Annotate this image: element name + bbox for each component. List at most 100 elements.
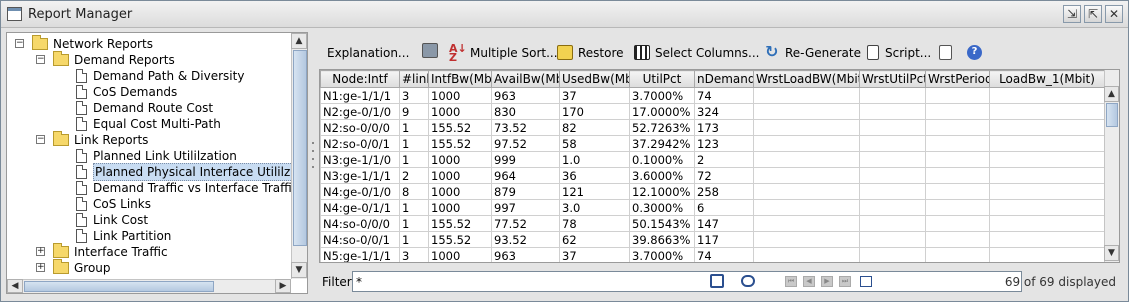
table-cell (753, 103, 860, 120)
table-row[interactable]: N4:so-0/0/0 1 155.52 77.52 78 50.1543% 147 (320, 215, 1105, 232)
table-cell: 78 (559, 215, 630, 232)
column-header[interactable]: UsedBw(Mbit) (559, 70, 630, 88)
table-cell: 0.1000% (629, 151, 695, 168)
minimize-button[interactable]: ⇲ (1063, 5, 1081, 23)
tree-report-node[interactable]: Demand Traffic vs Interface Traffic (7, 180, 291, 196)
maximize-button[interactable]: ⇱ (1084, 5, 1102, 23)
columns-icon (634, 45, 650, 60)
expand-icon[interactable]: + (36, 263, 45, 272)
table-row[interactable]: N2:so-0/0/1 1 155.52 97.52 58 37.2942% 123 (320, 135, 1105, 152)
table-row[interactable]: N2:so-0/0/0 1 155.52 73.52 82 52.7263% 173 (320, 119, 1105, 136)
select-columns-button[interactable]: Select Columns... (634, 44, 759, 62)
table-vertical-scrollbar[interactable]: ▲ ▼ (1104, 70, 1119, 262)
table-row[interactable]: N4:ge-0/1/0 8 1000 879 121 12.1000% 258 (320, 183, 1105, 200)
scroll-up-arrow-icon[interactable]: ▲ (291, 33, 307, 49)
filter-input[interactable] (352, 271, 1022, 292)
table-scroll-down-arrow-icon[interactable]: ▼ (1104, 245, 1119, 261)
edit-report-icon[interactable] (939, 45, 952, 60)
tree-report-node[interactable]: CoS Links (7, 196, 291, 212)
column-header[interactable]: #link (399, 70, 429, 88)
regenerate-button[interactable]: ↻ Re-Generate (765, 44, 861, 62)
tree-folder-node[interactable]: + Group (7, 259, 291, 276)
table-cell: 1000 (428, 103, 492, 120)
scroll-left-arrow-icon[interactable]: ◀ (7, 279, 23, 293)
help-icon[interactable]: ? (967, 45, 982, 60)
tree-report-node[interactable]: Equal Cost Multi-Path (7, 116, 291, 132)
tree-folder-node[interactable]: − Network Reports (7, 35, 291, 52)
column-header[interactable]: LoadBw_1(Mbit) (989, 70, 1105, 88)
column-header[interactable]: IntfBw(Mbit) (428, 70, 492, 88)
first-page-icon[interactable]: ⏮ (785, 276, 797, 287)
previous-page-icon[interactable]: ◀ (803, 276, 815, 287)
table-cell (989, 215, 1105, 232)
next-page-icon[interactable]: ▶ (821, 276, 833, 287)
table-cell (989, 183, 1105, 200)
table-cell (753, 167, 860, 184)
restore-button[interactable]: Restore (557, 44, 627, 62)
table-cell (753, 183, 860, 200)
tree-report-node[interactable]: Link Partition (7, 228, 291, 244)
table-cell: 73.52 (491, 119, 560, 136)
table-cell (859, 183, 926, 200)
table-cell: 1000 (428, 247, 492, 262)
table-cell: 121 (559, 183, 630, 200)
column-header[interactable]: WrstUtilPct (859, 70, 926, 88)
table-vscroll-thumb[interactable] (1106, 103, 1118, 127)
table-row[interactable]: N3:ge-1/1/0 1 1000 999 1.0 0.1000% 2 (320, 151, 1105, 168)
multiple-sort-label: Multiple Sort... (470, 46, 558, 60)
expand-icon[interactable]: + (36, 247, 45, 256)
tree-node-label: Network Reports (53, 37, 153, 51)
tree-hscroll-thumb[interactable] (24, 281, 214, 292)
scroll-right-arrow-icon[interactable]: ▶ (275, 279, 291, 293)
column-header[interactable]: UtilPct (629, 70, 695, 88)
tree-report-node[interactable]: Link Cost (7, 212, 291, 228)
column-header[interactable]: AvailBw(Mbit) (491, 70, 560, 88)
tree-report-node[interactable]: CoS Demands (7, 84, 291, 100)
explanation-button[interactable]: Explanation... (327, 44, 409, 62)
column-header[interactable]: WrstLoadBW(Mbit) (753, 70, 860, 88)
table-cell (925, 167, 990, 184)
table-cell: 77.52 (491, 215, 560, 232)
tree-horizontal-scrollbar[interactable]: ◀ ▶ (7, 279, 291, 293)
tree-folder-node[interactable]: − Demand Reports (7, 51, 291, 68)
collapse-icon[interactable]: − (36, 135, 45, 144)
last-page-icon[interactable]: ⏭ (839, 276, 851, 287)
tree-vscroll-thumb[interactable] (293, 50, 307, 246)
tree-folder-node[interactable]: − Link Reports (7, 131, 291, 148)
table-row[interactable]: N4:ge-0/1/1 1 1000 997 3.0 0.3000% 6 (320, 199, 1105, 216)
binoculars-icon[interactable] (741, 275, 755, 287)
tree-report-node[interactable]: Planned Physical Interface Utililzation (7, 163, 291, 181)
table-cell (753, 151, 860, 168)
table-row[interactable]: N3:ge-1/1/1 2 1000 964 36 3.6000% 72 (320, 167, 1105, 184)
column-header[interactable]: nDemand (694, 70, 754, 88)
tree-report-node[interactable]: Planned Link Utililzation (7, 148, 291, 164)
table-row[interactable]: N1:ge-1/1/1 3 1000 963 37 3.7000% 74 (320, 87, 1105, 104)
table-row[interactable]: N5:ge-1/1/1 3 1000 963 37 3.7000% 74 (320, 247, 1105, 262)
column-header[interactable]: Node:Intf (320, 70, 400, 88)
tree-folder-node[interactable]: + Interface Traffic (7, 243, 291, 260)
table-cell (989, 135, 1105, 152)
table-scroll-up-arrow-icon[interactable]: ▲ (1104, 86, 1119, 102)
table-row[interactable]: N2:ge-0/1/0 9 1000 830 170 17.0000% 324 (320, 103, 1105, 120)
collapse-icon[interactable]: − (15, 39, 24, 48)
tree-vertical-scrollbar[interactable]: ▲ ▼ (291, 33, 307, 279)
multiple-sort-button[interactable]: A↓ Z Multiple Sort... (449, 43, 558, 63)
filter-search-icon[interactable] (710, 274, 724, 288)
printer-icon[interactable] (422, 43, 438, 58)
panel-splitter[interactable] (309, 32, 317, 294)
tree-report-node[interactable]: Demand Path & Diversity (7, 68, 291, 84)
page-list-icon[interactable] (860, 276, 872, 287)
scroll-down-arrow-icon[interactable]: ▼ (291, 262, 307, 278)
column-header[interactable]: WrstPeriod (925, 70, 990, 88)
close-button[interactable]: ✕ (1105, 5, 1123, 23)
table-cell: 72 (694, 167, 754, 184)
table-cell: 123 (694, 135, 754, 152)
table-cell: N2:so-0/0/1 (320, 135, 400, 152)
table-row[interactable]: N4:so-0/0/1 1 155.52 93.52 62 39.8663% 117 (320, 231, 1105, 248)
report-table-area: Node:Intf#linkIntfBw(Mbit)AvailBw(Mbit)U… (319, 69, 1120, 263)
collapse-icon[interactable]: − (36, 55, 45, 64)
tree-report-node[interactable]: Demand Route Cost (7, 100, 291, 116)
report-tree-panel: − Network Reports − Demand Reports Demand Pa… (6, 32, 308, 294)
restore-label: Restore (578, 46, 624, 60)
script-button[interactable]: Script... (867, 44, 932, 62)
